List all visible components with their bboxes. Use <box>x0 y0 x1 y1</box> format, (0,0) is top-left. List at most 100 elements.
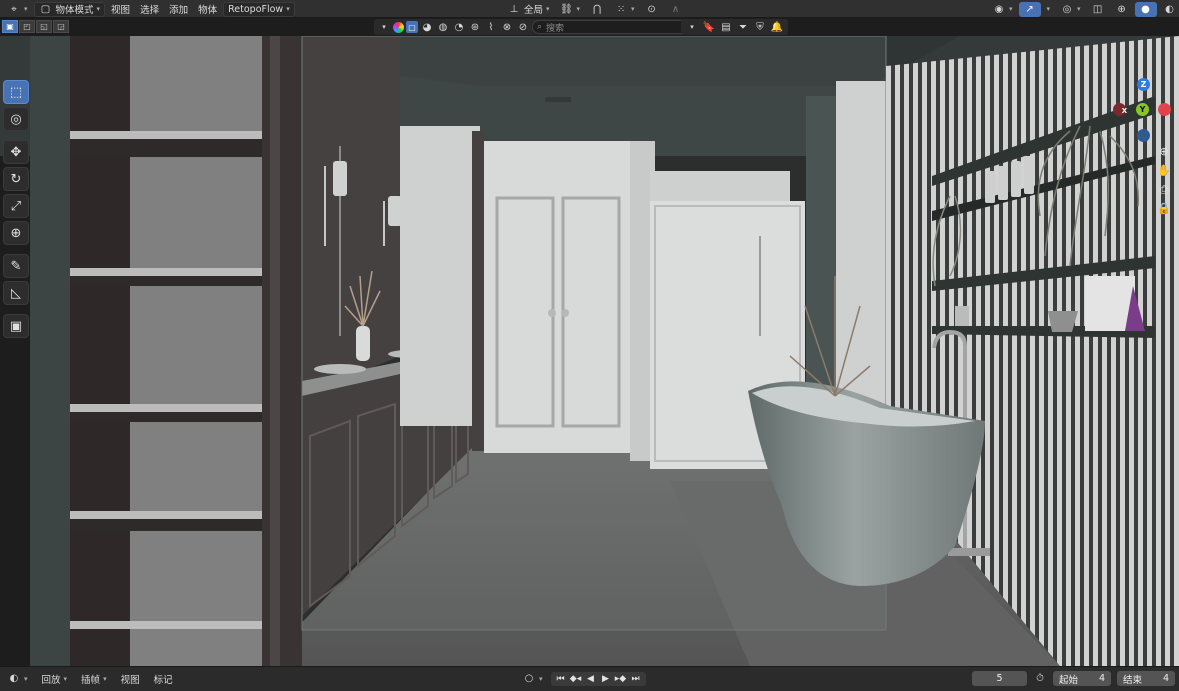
move-arrows-icon: ✥ <box>10 144 22 160</box>
move-tool[interactable]: ✥ <box>3 140 29 164</box>
cursor-tool[interactable]: ◎ <box>3 107 29 131</box>
jump-start-icon[interactable]: ⏮ <box>554 672 568 686</box>
display-mode-icon[interactable]: ▤ <box>719 20 733 34</box>
chevron-down-icon: ▾ <box>546 5 550 13</box>
search-input[interactable]: ⌕ 搜索 <box>532 20 704 34</box>
globe-grid-icon: ⌖ <box>11 3 17 15</box>
falloff-icon: ∧ <box>671 3 680 15</box>
camera-view-icon[interactable]: ⎙ <box>1156 182 1172 197</box>
stopwatch-icon[interactable]: ⏱ <box>1033 672 1047 686</box>
select-subtract-icon[interactable]: ◱ <box>36 20 52 33</box>
gizmo-y-axis[interactable]: Y <box>1136 103 1149 116</box>
scene-render <box>0 36 1179 666</box>
clock-icon: ◐ <box>9 673 19 684</box>
sphere-filter-icon[interactable]: ◕ <box>420 20 434 34</box>
pivot-point-dropdown[interactable]: ⛓ ▾ <box>556 2 585 17</box>
snap-target-dropdown[interactable]: ⁙ ▾ <box>610 2 639 17</box>
start-frame-field[interactable]: 起始 4 <box>1053 671 1111 686</box>
annotate-tool[interactable]: ✎ <box>3 254 29 278</box>
auto-keying-toggle[interactable]: ○ ▾ <box>518 671 547 686</box>
marker-menu[interactable]: 标记 <box>150 671 177 686</box>
record-circle-icon: ○ <box>524 673 534 684</box>
chevron-down-icon: ▾ <box>103 674 107 683</box>
gizmo-dropdown[interactable]: ▾ <box>1043 2 1055 17</box>
playback-controls: ⏮ ◆◂ ◀ ▶ ▸◆ ⏭ <box>550 671 646 686</box>
zoom-icon[interactable]: ⊕ <box>1156 144 1172 159</box>
end-frame-field[interactable]: 结束 4 <box>1117 671 1175 686</box>
select-extend-icon[interactable]: ◰ <box>19 20 35 33</box>
shading-wireframe[interactable]: ⊕ <box>1111 2 1133 17</box>
transform-tool[interactable]: ⊕ <box>3 221 29 245</box>
play-icon[interactable]: ▶ <box>599 672 613 686</box>
retopoflow-dropdown[interactable]: RetopoFlow ▾ <box>223 1 295 17</box>
play-reverse-icon[interactable]: ◀ <box>584 672 598 686</box>
bookmark-icon[interactable]: 🔖 <box>702 20 716 34</box>
snap-toggle[interactable]: ⋂ <box>586 2 608 17</box>
light-filter-icon[interactable]: ◔ <box>452 20 466 34</box>
camera-filter-icon[interactable]: ◍ <box>436 20 450 34</box>
empty-filter-icon[interactable]: ⊛ <box>468 20 482 34</box>
gizmo-toggle[interactable]: ↗ <box>1018 1 1041 17</box>
lock-icon[interactable]: 🔒 <box>1156 201 1172 216</box>
viewport-header: ⌖ ▾ ▢ 物体模式 ▾ 视图 选择 添加 物体 RetopoFlow ▾ ⊥ 全… <box>0 0 1179 18</box>
chevron-down-icon: ▾ <box>631 5 635 13</box>
menu-select[interactable]: 选择 <box>136 2 163 17</box>
navigation-gizmo[interactable]: Z Y X <box>1113 78 1173 150</box>
scale-icon: ⤢ <box>10 198 22 214</box>
mesh-filter-icon[interactable]: ⊗ <box>500 20 514 34</box>
gizmo-z-axis[interactable]: Z <box>1137 78 1150 91</box>
add-cube-tool[interactable]: ▣ <box>3 314 29 338</box>
keying-label: 插帧 <box>81 674 101 686</box>
overlays-toggle[interactable]: ◎ ▾ <box>1056 2 1085 17</box>
current-frame-field[interactable]: 5 <box>972 671 1027 686</box>
color-wheel-icon[interactable] <box>393 21 404 33</box>
shield-icon[interactable]: ⛨ <box>753 20 767 34</box>
other-filter-icon[interactable]: ⊘ <box>516 20 530 34</box>
filter-funnel-icon[interactable]: ⏷ <box>736 20 750 34</box>
xray-toggle[interactable]: ◫ <box>1087 2 1109 17</box>
gizmo-x-axis[interactable] <box>1158 103 1171 116</box>
next-keyframe-icon[interactable]: ▸◆ <box>614 672 628 686</box>
prev-keyframe-icon[interactable]: ◆◂ <box>569 672 583 686</box>
object-filter-icon[interactable]: ▢ <box>406 21 418 33</box>
curve-filter-icon[interactable]: ⌇ <box>484 20 498 34</box>
select-cursor-icon: ⬚ <box>9 84 23 100</box>
visibility-dropdown[interactable]: ◉ ▾ <box>988 2 1017 17</box>
selection-mode-group: ▣ ◰ ◱ ◲ <box>2 20 69 33</box>
restrict-dropdown-icon[interactable]: ▾ <box>685 20 699 34</box>
orientation-label: 全局 <box>524 5 544 16</box>
shading-solid[interactable]: ● <box>1134 1 1157 17</box>
retopoflow-label: RetopoFlow <box>228 3 284 15</box>
keying-menu[interactable]: 插帧 ▾ <box>77 671 111 686</box>
select-box-tool[interactable]: ⬚ <box>3 80 29 104</box>
timeline-editor-type[interactable]: ◐ ▾ <box>3 671 32 686</box>
chevron-down-icon: ▾ <box>576 5 581 13</box>
gizmo-z-neg[interactable] <box>1137 129 1150 142</box>
shading-material[interactable]: ◐ <box>1159 2 1179 17</box>
bell-icon[interactable]: 🔔 <box>770 20 784 34</box>
gizmo-x-label: X <box>1121 106 1128 115</box>
editor-type-button[interactable]: ⌖ ▾ <box>3 2 32 17</box>
select-new-icon[interactable]: ▣ <box>2 20 18 33</box>
3d-viewport[interactable]: ⬚ ◎ ✥ ↻ ⤢ ⊕ ✎ ◺ ▣ Z Y X ⊕ ✋ ⎙ 🔒 <box>0 36 1179 666</box>
eye-icon: ◉ <box>994 3 1004 15</box>
scale-tool[interactable]: ⤢ <box>3 194 29 218</box>
start-value: 4 <box>1098 673 1105 684</box>
playback-label: 回放 <box>41 674 61 686</box>
proportional-edit-toggle[interactable]: ⊙ <box>641 2 663 17</box>
mode-dropdown[interactable]: ▢ 物体模式 ▾ <box>33 1 106 17</box>
pan-hand-icon[interactable]: ✋ <box>1156 163 1172 178</box>
menu-object[interactable]: 物体 <box>194 2 221 17</box>
select-invert-icon[interactable]: ◲ <box>53 20 69 33</box>
jump-end-icon[interactable]: ⏭ <box>629 672 643 686</box>
proportional-falloff-dropdown[interactable]: ∧ <box>665 2 687 17</box>
rotate-tool[interactable]: ↻ <box>3 167 29 191</box>
transform-orientation-dropdown[interactable]: ⊥ 全局 ▾ <box>503 2 554 17</box>
end-value: 4 <box>1162 673 1169 684</box>
menu-add[interactable]: 添加 <box>165 2 192 17</box>
playback-menu[interactable]: 回放 ▾ <box>38 671 72 686</box>
timeline-view-menu[interactable]: 视图 <box>117 671 144 686</box>
chevron-down-icon[interactable]: ▾ <box>377 20 391 34</box>
measure-tool[interactable]: ◺ <box>3 281 29 305</box>
menu-view[interactable]: 视图 <box>107 2 134 17</box>
